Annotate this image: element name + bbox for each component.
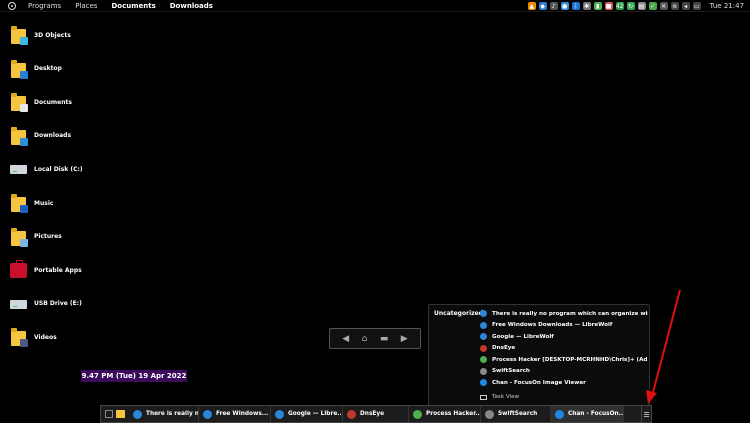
red-annotation-arrow	[646, 289, 681, 404]
